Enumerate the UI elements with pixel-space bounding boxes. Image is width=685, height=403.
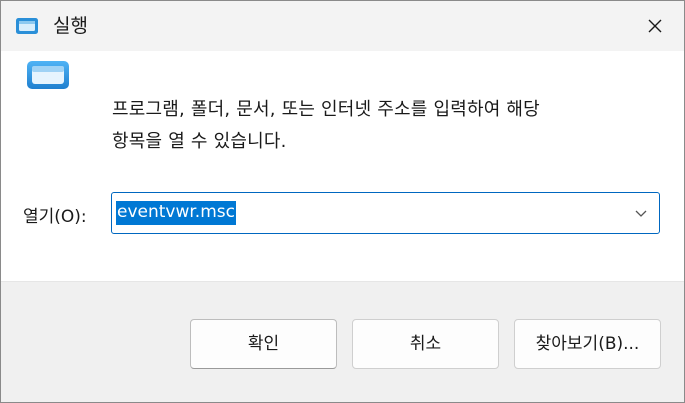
instruction-line: 프로그램, 폴더, 문서, 또는 인터넷 주소를 입력하여 해당 [112,99,540,120]
close-icon [648,19,662,33]
cancel-button[interactable]: 취소 [352,319,499,369]
run-dialog: 실행 프로그램, 폴더, 문서, 또는 인터넷 주소를 입력하여 해당 항목을 … [0,0,685,403]
run-app-icon [16,18,38,34]
window-title: 실행 [53,15,88,37]
button-bar: 확인 취소 찾아보기(B)... [1,281,684,402]
browse-button[interactable]: 찾아보기(B)... [514,319,661,369]
instruction-line: 항목을 열 수 있습니다. [112,131,287,152]
run-app-icon [27,61,69,89]
open-label: 열기(O): [23,207,87,227]
open-combobox[interactable]: eventvwr.msc [111,192,660,234]
title-bar: 실행 [1,1,684,51]
chevron-down-icon[interactable] [633,205,649,221]
open-input[interactable]: eventvwr.msc [116,201,236,225]
close-button[interactable] [626,1,684,51]
instruction-text: 프로그램, 폴더, 문서, 또는 인터넷 주소를 입력하여 해당 항목을 열 수… [112,94,657,158]
ok-button[interactable]: 확인 [190,319,337,369]
